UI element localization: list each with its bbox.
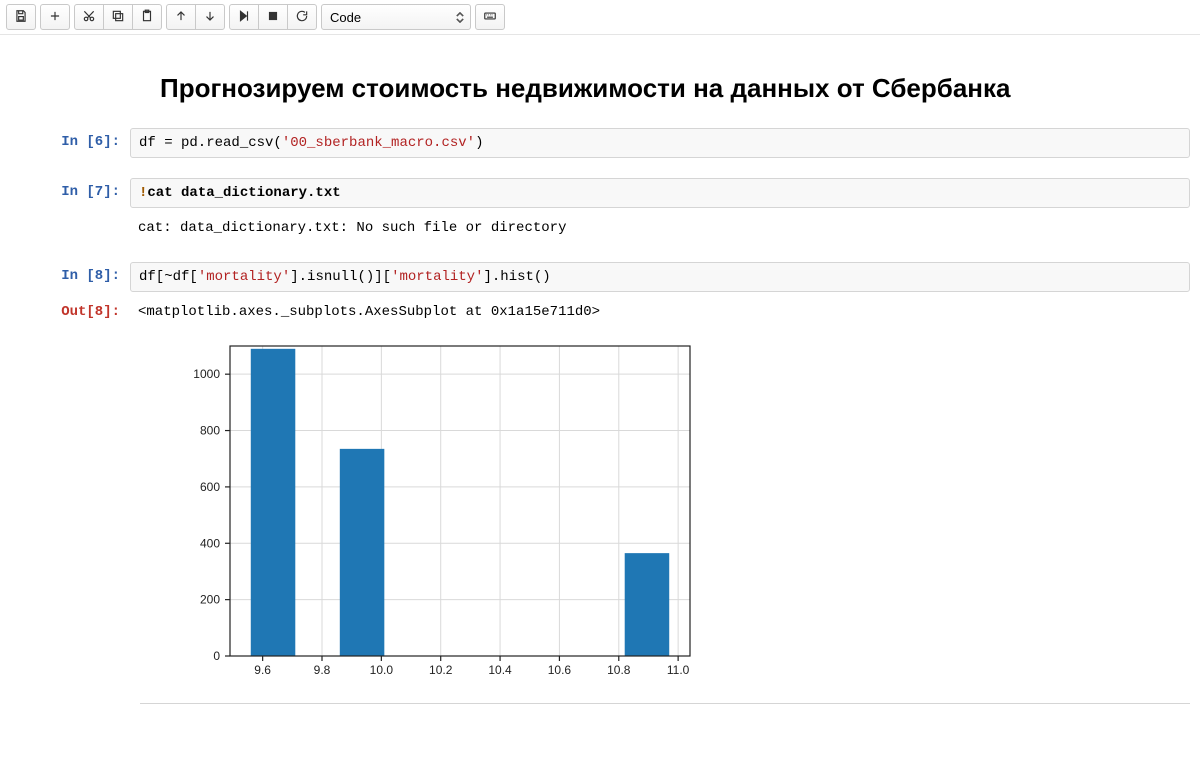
cell-type-select[interactable]: Code	[321, 4, 471, 30]
cell-divider	[140, 703, 1190, 704]
code-cell: In [8]: df[~df['mortality'].isnull()]['m…	[10, 262, 1190, 292]
code-string: 'mortality'	[198, 269, 290, 285]
cell-type-label: Code	[330, 10, 361, 25]
insert-cell-button[interactable]	[40, 4, 70, 30]
code-text: cat data_dictionary.txt	[147, 185, 340, 201]
histogram-chart: 9.6 9.8 10.0 10.2 10.4 10.6 10.8 11.0 0 200 400 600…	[170, 336, 700, 686]
svg-text:9.8: 9.8	[314, 663, 331, 677]
code-text: df = pd.read_csv(	[139, 135, 282, 151]
step-forward-icon	[237, 9, 251, 26]
svg-text:10.2: 10.2	[429, 663, 453, 677]
code-text: ].isnull()][	[290, 269, 391, 285]
svg-text:10.0: 10.0	[370, 663, 394, 677]
svg-text:200: 200	[200, 593, 220, 607]
run-button[interactable]	[229, 4, 259, 30]
scissors-icon	[82, 9, 96, 26]
arrow-up-icon	[174, 9, 188, 26]
stop-icon	[266, 9, 280, 26]
toolbar: Code	[0, 0, 1200, 35]
paste-button[interactable]	[132, 4, 162, 30]
notebook-title: Прогнозируем стоимость недвижимости на д…	[160, 73, 1190, 104]
chart-output: 9.6 9.8 10.0 10.2 10.4 10.6 10.8 11.0 0 200 400 600…	[130, 326, 1190, 689]
svg-text:10.6: 10.6	[548, 663, 572, 677]
code-text: ].hist()	[483, 269, 550, 285]
code-cell: In [6]: df = pd.read_csv('00_sberbank_ma…	[10, 128, 1190, 158]
restart-icon	[295, 9, 309, 26]
stdout-output: cat: data_dictionary.txt: No such file o…	[130, 214, 1190, 242]
svg-text:600: 600	[200, 480, 220, 494]
arrow-down-icon	[203, 9, 217, 26]
code-string: '00_sberbank_macro.csv'	[282, 135, 475, 151]
input-prompt: In [8]:	[10, 262, 130, 292]
output-prompt: Out[8]:	[10, 298, 130, 689]
svg-text:11.0: 11.0	[667, 663, 690, 677]
output-cell: Out[8]: <matplotlib.axes._subplots.AxesS…	[10, 298, 1190, 689]
code-string: 'mortality'	[391, 269, 483, 285]
svg-text:800: 800	[200, 424, 220, 438]
copy-button[interactable]	[103, 4, 133, 30]
code-input[interactable]: df = pd.read_csv('00_sberbank_macro.csv'…	[130, 128, 1190, 158]
svg-text:9.6: 9.6	[254, 663, 271, 677]
move-down-button[interactable]	[195, 4, 225, 30]
svg-text:400: 400	[200, 536, 220, 550]
edit-group	[74, 4, 162, 30]
copy-icon	[111, 9, 125, 26]
input-prompt: In [6]:	[10, 128, 130, 158]
paste-icon	[140, 9, 154, 26]
empty-prompt	[10, 214, 130, 242]
result-repr: <matplotlib.axes._subplots.AxesSubplot a…	[130, 298, 1190, 326]
code-text: )	[475, 135, 483, 151]
svg-text:1000: 1000	[193, 367, 220, 381]
plus-icon	[48, 9, 62, 26]
code-input[interactable]: !cat data_dictionary.txt	[130, 178, 1190, 208]
save-icon	[14, 9, 28, 26]
cut-button[interactable]	[74, 4, 104, 30]
svg-text:10.4: 10.4	[488, 663, 512, 677]
interrupt-button[interactable]	[258, 4, 288, 30]
run-group	[229, 4, 317, 30]
svg-text:0: 0	[213, 649, 220, 663]
code-input[interactable]: df[~df['mortality'].isnull()]['mortality…	[130, 262, 1190, 292]
select-arrows-icon	[456, 12, 464, 23]
notebook-area: Прогнозируем стоимость недвижимости на д…	[0, 35, 1200, 724]
code-text: df[~df[	[139, 269, 198, 285]
code-cell: In [7]: !cat data_dictionary.txt	[10, 178, 1190, 208]
output-cell: cat: data_dictionary.txt: No such file o…	[10, 214, 1190, 242]
move-group	[166, 4, 225, 30]
command-palette-button[interactable]	[475, 4, 505, 30]
svg-text:10.8: 10.8	[607, 663, 631, 677]
save-button[interactable]	[6, 4, 36, 30]
move-up-button[interactable]	[166, 4, 196, 30]
keyboard-icon	[483, 9, 497, 26]
restart-button[interactable]	[287, 4, 317, 30]
input-prompt: In [7]:	[10, 178, 130, 208]
